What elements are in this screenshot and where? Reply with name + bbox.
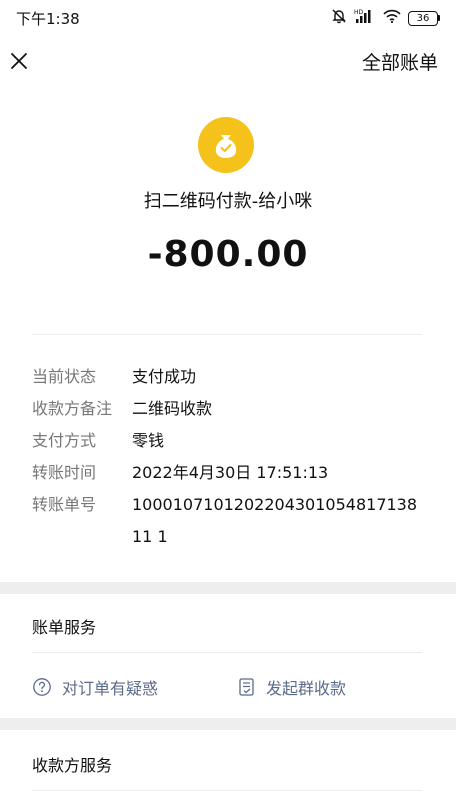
question-circle-icon [33, 678, 51, 696]
order-question-label: 对订单有疑惑 [62, 679, 159, 698]
status-icons: HD 36 [331, 8, 440, 28]
signal-icon: HD [354, 8, 376, 28]
close-button[interactable] [8, 50, 30, 72]
detail-label: 转账单号 [32, 495, 97, 514]
group-collect-link[interactable]: 发起群收款 [238, 675, 346, 699]
order-question-link[interactable]: 对订单有疑惑 [32, 675, 158, 699]
payment-amount: -800.00 [147, 234, 309, 275]
divider [32, 790, 422, 791]
merchant-title: 扫二维码付款-给小咪 [143, 191, 313, 212]
svg-text:HD: HD [354, 9, 364, 16]
group-collect-label: 发起群收款 [266, 679, 347, 698]
detail-row-transfer-id: 转账单号 100010710120220430105481713811 1 [32, 489, 424, 553]
detail-value: 零钱 [132, 431, 165, 450]
detail-value: 支付成功 [132, 367, 197, 386]
all-bills-link[interactable]: 全部账单 [362, 48, 438, 75]
detail-label: 收款方备注 [32, 399, 113, 418]
document-icon [239, 678, 254, 696]
payee-service-title: 收款方服务 [32, 756, 113, 775]
section-separator [0, 582, 456, 594]
detail-label: 当前状态 [32, 367, 97, 386]
detail-value: 二维码收款 [132, 399, 213, 418]
close-icon [11, 53, 27, 69]
transfer-id-value[interactable]: 100010710120220430105481713811 1 [132, 489, 424, 553]
money-bag-icon [198, 117, 254, 173]
detail-label: 转账时间 [32, 463, 97, 482]
battery-icon: 36 [408, 10, 440, 26]
battery-level: 36 [408, 10, 438, 26]
status-time: 下午1:38 [16, 9, 80, 28]
status-bar: 下午1:38 HD 36 [0, 0, 456, 36]
detail-value: 2022年4月30日 17:51:13 [132, 463, 329, 482]
nav-bar: 全部账单 [0, 36, 456, 86]
detail-row-time: 转账时间 2022年4月30日 17:51:13 [32, 457, 424, 489]
divider [32, 334, 422, 335]
detail-row-remark: 收款方备注 二维码收款 [32, 393, 424, 425]
bill-service-title: 账单服务 [32, 618, 97, 637]
section-separator [0, 718, 456, 730]
wifi-icon [383, 9, 401, 27]
detail-row-status: 当前状态 支付成功 [32, 361, 424, 393]
detail-list: 当前状态 支付成功 收款方备注 二维码收款 支付方式 零钱 转账时间 2022年… [32, 361, 424, 553]
divider [32, 652, 422, 653]
detail-label: 支付方式 [32, 431, 97, 450]
detail-row-method: 支付方式 零钱 [32, 425, 424, 457]
mute-bell-icon [331, 8, 347, 28]
